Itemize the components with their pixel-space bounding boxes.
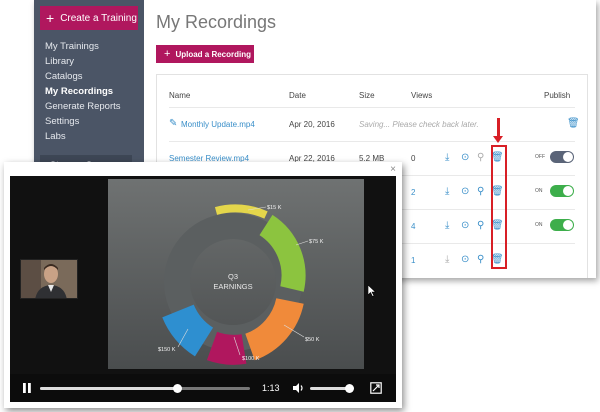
- toggle-knob: [563, 220, 573, 230]
- chart-label: $15 K: [267, 205, 282, 211]
- recording-views: 4: [411, 222, 416, 231]
- link-icon[interactable]: ⚲: [477, 153, 484, 163]
- sidebar-item-labs[interactable]: Labs: [45, 129, 121, 144]
- video-player-window: × $15 K $75 K $50 K $100 K $150 K Q3 EAR…: [4, 162, 402, 408]
- presenter-image: [21, 260, 77, 298]
- sidebar-item-generate-reports[interactable]: Generate Reports: [45, 99, 121, 114]
- play-icon[interactable]: ⊙: [461, 153, 469, 163]
- create-training-label: Create a Training: [60, 12, 137, 24]
- play-icon[interactable]: ⊙: [461, 187, 469, 197]
- publish-toggle-label: ON: [535, 188, 543, 194]
- edit-icon[interactable]: ✎: [169, 119, 177, 129]
- fullscreen-icon[interactable]: [370, 382, 382, 394]
- publish-toggle-label: ON: [535, 222, 543, 228]
- sidebar-item-my-recordings[interactable]: My Recordings: [45, 84, 121, 99]
- seek-bar[interactable]: [40, 384, 250, 393]
- presentation-slide: $15 K $75 K $50 K $100 K $150 K Q3 EARNI…: [108, 179, 364, 369]
- close-icon[interactable]: ×: [390, 165, 396, 175]
- recording-name-link[interactable]: Monthly Update.mp4: [181, 120, 255, 129]
- play-icon[interactable]: ⊙: [461, 255, 469, 265]
- download-icon[interactable]: ⤓: [445, 221, 449, 231]
- download-icon[interactable]: ⤓: [445, 153, 449, 163]
- recording-views: 1: [411, 256, 416, 265]
- table-row: ✎ Monthly Update.mp4 Apr 20, 2016 Saving…: [169, 107, 580, 141]
- link-icon[interactable]: ⚲: [477, 187, 484, 197]
- upload-recording-label: Upload a Recording: [175, 49, 251, 59]
- volume-icon[interactable]: [292, 382, 305, 394]
- screenshot: + Create a Training My Trainings Library…: [0, 0, 600, 412]
- toggle-knob: [563, 186, 573, 196]
- toggle-knob: [563, 152, 573, 162]
- recording-date: Apr 20, 2016: [289, 120, 335, 129]
- volume-handle[interactable]: [345, 384, 354, 393]
- column-header-views: Views: [411, 91, 433, 100]
- column-header-date: Date: [289, 91, 306, 100]
- play-column-highlight: [491, 145, 507, 269]
- player-controls: 1:13: [10, 374, 396, 402]
- pause-icon[interactable]: [22, 382, 32, 394]
- chart-label: $75 K: [309, 239, 324, 245]
- sidebar-nav: My Trainings Library Catalogs My Recordi…: [45, 39, 121, 144]
- chart-segment-magenta: [206, 331, 247, 365]
- trash-icon[interactable]: 🗑: [567, 119, 580, 129]
- chart-label: $150 K: [158, 347, 176, 353]
- publish-toggle[interactable]: [550, 219, 574, 231]
- publish-toggle[interactable]: [550, 185, 574, 197]
- create-training-button[interactable]: + Create a Training: [40, 6, 138, 30]
- volume-slider[interactable]: [310, 387, 350, 390]
- page-title: My Recordings: [156, 12, 277, 32]
- chart-center-title: Q3: [228, 272, 238, 281]
- annotation-arrow-head: [493, 136, 503, 143]
- presenter-webcam: [20, 259, 78, 299]
- column-header-size: Size: [359, 91, 375, 100]
- upload-recording-button[interactable]: + Upload a Recording: [156, 45, 254, 63]
- chart-center-subtitle: EARNINGS: [213, 282, 252, 291]
- annotation-arrow: [497, 118, 500, 138]
- earnings-donut-chart: $15 K $75 K $50 K $100 K $150 K Q3 EARNI…: [108, 179, 364, 369]
- time-readout: 1:13: [262, 383, 280, 393]
- saving-status: Saving... Please check back later.: [359, 120, 479, 129]
- sidebar-item-my-trainings[interactable]: My Trainings: [45, 39, 121, 54]
- recording-views: 0: [411, 154, 416, 163]
- recording-views: 2: [411, 188, 416, 197]
- column-header-name: Name: [169, 91, 191, 100]
- download-icon[interactable]: ⤓: [445, 187, 449, 197]
- mouse-cursor-icon: [368, 285, 376, 297]
- sidebar-item-catalogs[interactable]: Catalogs: [45, 69, 121, 84]
- seek-bar-fill: [40, 387, 177, 390]
- sidebar-item-settings[interactable]: Settings: [45, 114, 121, 129]
- publish-toggle-label: OFF: [535, 154, 545, 160]
- plus-icon: +: [164, 48, 171, 60]
- chart-label: $50 K: [305, 337, 320, 343]
- link-icon[interactable]: ⚲: [477, 255, 484, 265]
- link-icon[interactable]: ⚲: [477, 221, 484, 231]
- play-icon[interactable]: ⊙: [461, 221, 469, 231]
- video-area[interactable]: $15 K $75 K $50 K $100 K $150 K Q3 EARNI…: [10, 176, 396, 402]
- column-header-publish: Publish: [544, 91, 571, 100]
- download-icon[interactable]: ⤓: [445, 255, 449, 265]
- publish-toggle[interactable]: [550, 151, 574, 163]
- sidebar-item-library[interactable]: Library: [45, 54, 121, 69]
- plus-icon: +: [46, 10, 55, 26]
- seek-handle[interactable]: [172, 384, 182, 393]
- chart-label: $100 K: [242, 356, 260, 362]
